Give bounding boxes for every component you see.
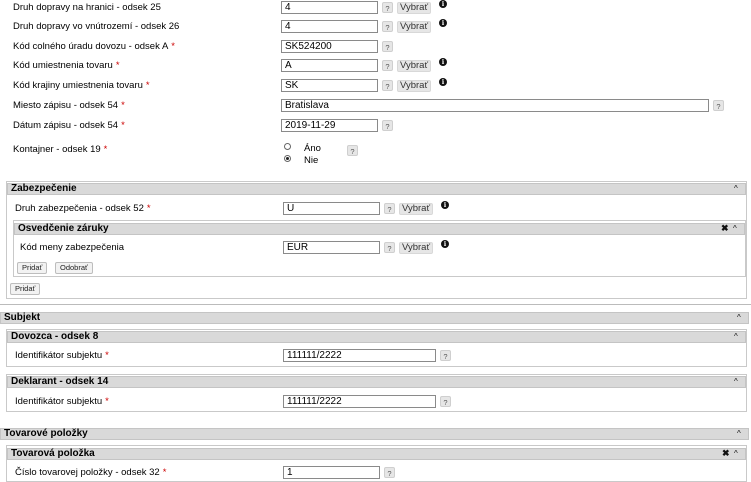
kontajner-nie-label: Nie bbox=[304, 155, 319, 166]
vybrat-button[interactable]: Vybrať bbox=[397, 80, 432, 92]
info-icon: i bbox=[439, 0, 447, 8]
pridat-button[interactable]: Pridať bbox=[17, 262, 48, 274]
collapse-icon[interactable]: ^ bbox=[737, 314, 741, 322]
help-icon[interactable]: ? bbox=[382, 120, 393, 131]
collapse-icon[interactable]: ^ bbox=[734, 450, 738, 458]
help-icon[interactable]: ? bbox=[382, 41, 393, 52]
info-icon: i bbox=[439, 78, 447, 86]
druh-dopravy-hranica-input[interactable] bbox=[281, 1, 378, 14]
info-icon: i bbox=[441, 201, 449, 209]
kod-umiestnenia-input[interactable] bbox=[281, 59, 378, 72]
collapse-icon[interactable]: ^ bbox=[734, 378, 738, 386]
info-icon: i bbox=[441, 240, 449, 248]
deklarant-identifikator-input[interactable] bbox=[283, 395, 436, 408]
help-icon[interactable]: ? bbox=[382, 2, 393, 13]
subjekt-title: Subjekt bbox=[4, 312, 41, 323]
zabezpecenie-header[interactable]: Zabezpečenie bbox=[7, 183, 746, 195]
help-icon[interactable]: ? bbox=[713, 100, 724, 111]
osvedcenie-zaruky-title: Osvedčenie záruky bbox=[18, 223, 109, 234]
help-icon[interactable]: ? bbox=[384, 467, 395, 478]
label-kod-meny: Kód meny zabezpečenia bbox=[20, 242, 125, 253]
help-icon[interactable]: ? bbox=[384, 242, 395, 253]
kod-colneho-uradu-input[interactable] bbox=[281, 40, 378, 53]
subjekt-header[interactable]: Subjekt bbox=[0, 312, 749, 324]
help-icon[interactable]: ? bbox=[382, 60, 393, 71]
label-kod-umiestnenia: Kód umiestnenia tovaru * bbox=[13, 60, 120, 71]
cislo-polozky-input[interactable] bbox=[283, 466, 380, 479]
kontajner-ano-radio[interactable] bbox=[284, 143, 291, 150]
collapse-icon[interactable]: ^ bbox=[737, 430, 741, 438]
label-cislo-tovarovej-polozky: Číslo tovarovej položky - odsek 32 * bbox=[15, 467, 167, 478]
label-identifikator-dovozca: Identifikátor subjektu * bbox=[15, 350, 109, 361]
tovarove-polozky-header[interactable]: Tovarové položky bbox=[0, 428, 749, 440]
dovozca-title: Dovozca - odsek 8 bbox=[11, 331, 99, 342]
kod-krajiny-input[interactable] bbox=[281, 79, 378, 92]
info-icon: i bbox=[439, 58, 447, 66]
tovarova-polozka-title: Tovarová položka bbox=[11, 448, 95, 459]
info-icon: i bbox=[439, 19, 447, 27]
zabezpecenie-title: Zabezpečenie bbox=[11, 183, 77, 194]
help-icon[interactable]: ? bbox=[440, 350, 451, 361]
label-kod-colneho-uradu: Kód colného úradu dovozu - odsek A * bbox=[13, 41, 175, 52]
collapse-icon[interactable]: ^ bbox=[733, 225, 737, 233]
help-icon[interactable]: ? bbox=[440, 396, 451, 407]
help-icon[interactable]: ? bbox=[384, 203, 395, 214]
vybrat-button[interactable]: Vybrať bbox=[399, 203, 434, 215]
help-icon[interactable]: ? bbox=[382, 80, 393, 91]
tovarova-polozka-header[interactable]: Tovarová položka bbox=[7, 448, 746, 460]
dovozca-identifikator-input[interactable] bbox=[283, 349, 436, 362]
collapse-icon[interactable]: ^ bbox=[734, 185, 738, 193]
druh-zabezpecenia-input[interactable] bbox=[283, 202, 380, 215]
odobrat-button[interactable]: Odobrať bbox=[55, 262, 93, 274]
kontajner-nie-radio[interactable] bbox=[284, 155, 291, 162]
label-kontajner: Kontajner - odsek 19 * bbox=[13, 144, 108, 155]
vybrat-button[interactable]: Vybrať bbox=[399, 242, 434, 254]
deklarant-header[interactable]: Deklarant - odsek 14 bbox=[7, 376, 746, 388]
miesto-zapisu-input[interactable] bbox=[281, 99, 709, 112]
close-icon[interactable]: ✖ bbox=[722, 449, 730, 458]
kontajner-ano-label: Áno bbox=[304, 143, 321, 154]
label-datum-zapisu: Dátum zápisu - odsek 54 * bbox=[13, 120, 125, 131]
divider bbox=[0, 304, 751, 305]
kod-meny-input[interactable] bbox=[283, 241, 380, 254]
label-miesto-zapisu: Miesto zápisu - odsek 54 * bbox=[13, 100, 125, 111]
vybrat-button[interactable]: Vybrať bbox=[397, 21, 432, 33]
close-icon[interactable]: ✖ bbox=[721, 224, 729, 233]
collapse-icon[interactable]: ^ bbox=[734, 333, 738, 341]
label-druh-dopravy-vnutrozemie: Druh dopravy vo vnútrozemí - odsek 26 bbox=[13, 21, 180, 32]
dovozca-header[interactable]: Dovozca - odsek 8 bbox=[7, 331, 746, 343]
help-icon[interactable]: ? bbox=[347, 145, 358, 156]
deklarant-title: Deklarant - odsek 14 bbox=[11, 376, 109, 387]
label-druh-dopravy-hranica: Druh dopravy na hranici - odsek 25 bbox=[13, 2, 161, 13]
label-identifikator-deklarant: Identifikátor subjektu * bbox=[15, 396, 109, 407]
pridat-zabezpecenie-button[interactable]: Pridať bbox=[10, 283, 41, 295]
osvedcenie-zaruky-header[interactable]: Osvedčenie záruky bbox=[14, 223, 745, 235]
help-icon[interactable]: ? bbox=[382, 21, 393, 32]
label-kod-krajiny: Kód krajiny umiestnenia tovaru * bbox=[13, 80, 150, 91]
druh-dopravy-vnutrozemie-input[interactable] bbox=[281, 20, 378, 33]
vybrat-button[interactable]: Vybrať bbox=[397, 60, 432, 72]
vybrat-button[interactable]: Vybrať bbox=[397, 2, 432, 14]
tovarove-polozky-title: Tovarové položky bbox=[4, 428, 88, 439]
label-druh-zabezpecenia: Druh zabezpečenia - odsek 52 * bbox=[15, 203, 151, 214]
datum-zapisu-input[interactable] bbox=[281, 119, 378, 132]
